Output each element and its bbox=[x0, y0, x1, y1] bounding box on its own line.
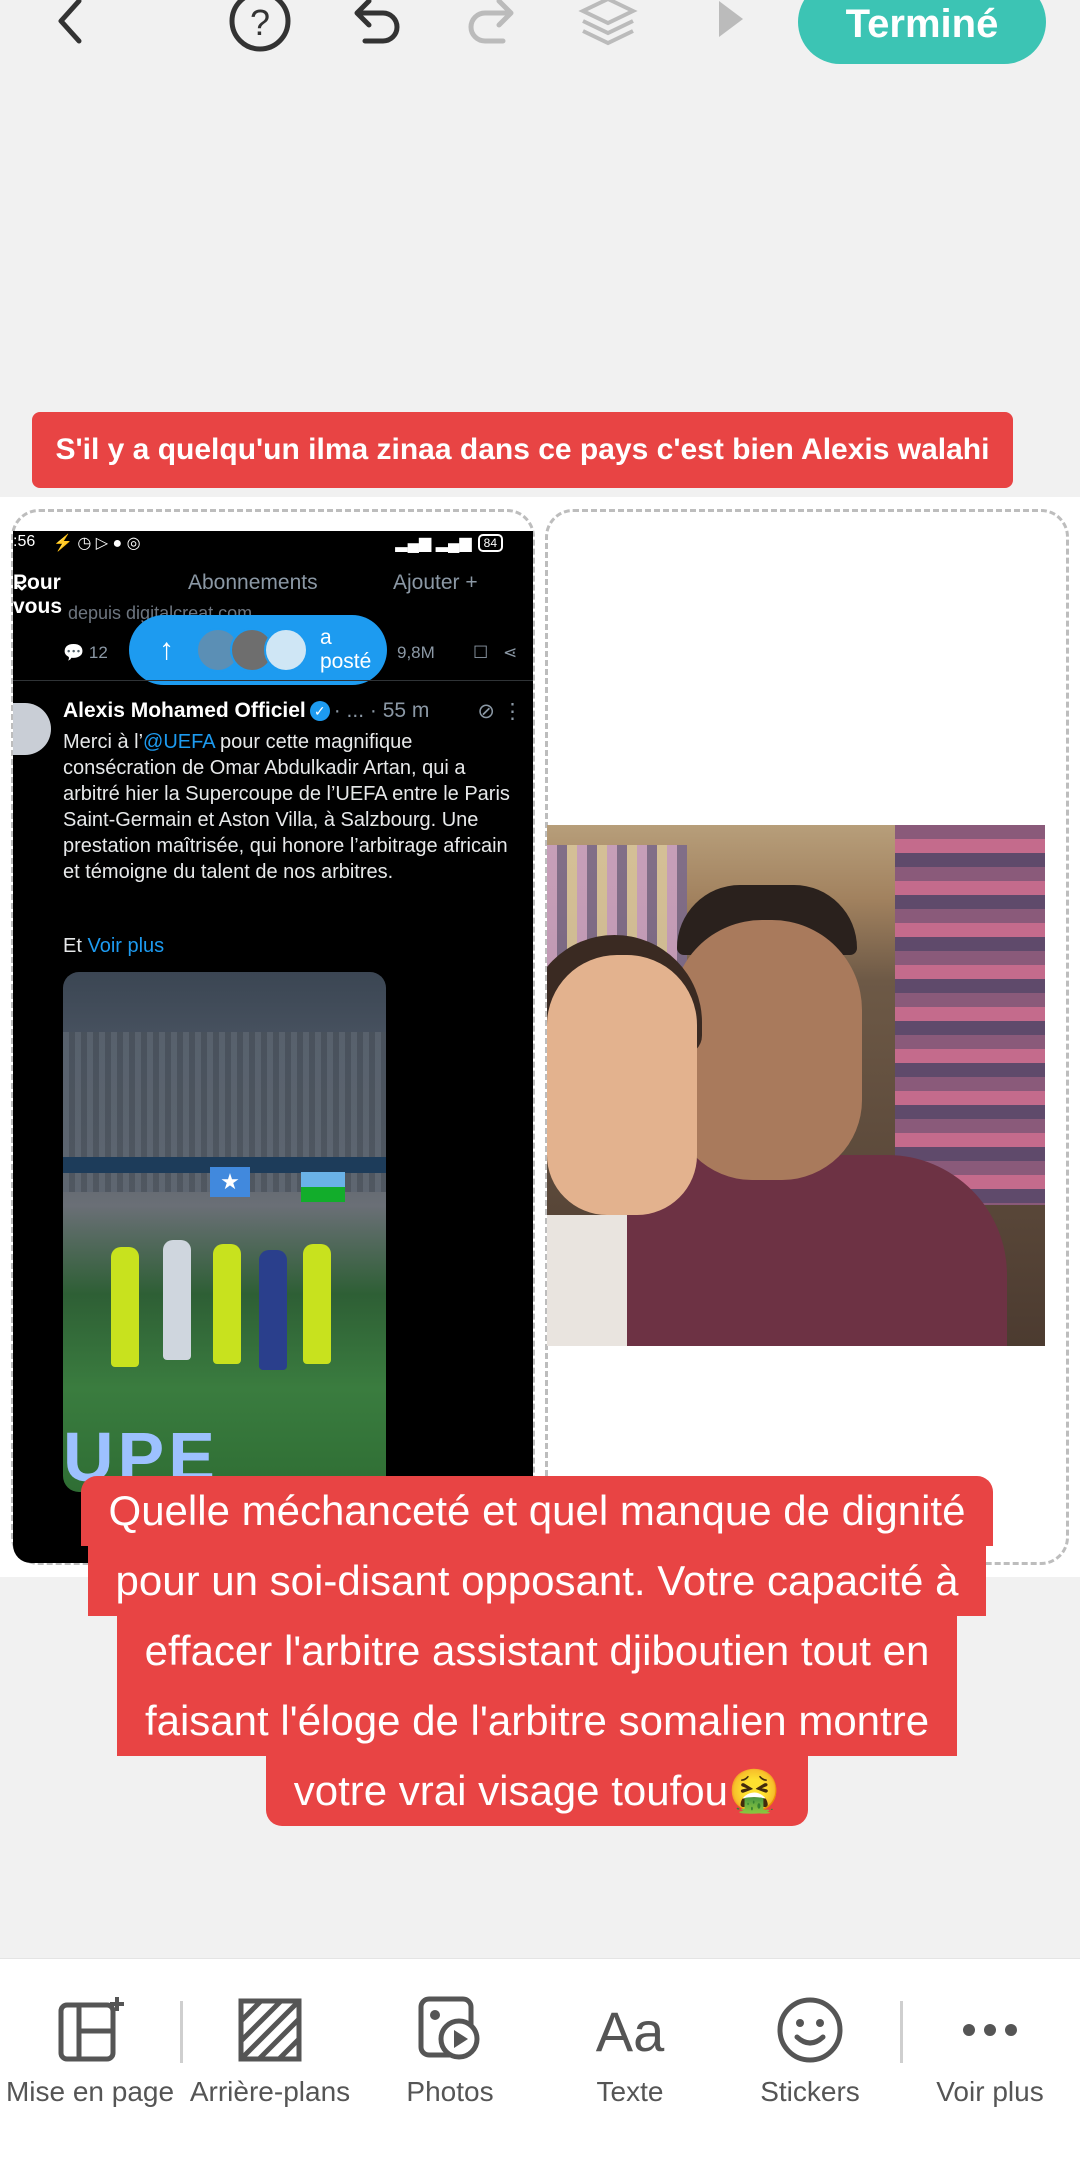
tweet-screenshot[interactable]: :56 ⚡ ◷ ▷ ● ◎ ▂▄▆ ▂▄▆ 84 Pour vous ⌄ Abo… bbox=[13, 531, 533, 1563]
new-posts-pill[interactable]: ↑ a posté bbox=[129, 615, 387, 685]
text-aa-icon: Aa bbox=[596, 2000, 665, 2063]
layers-button[interactable] bbox=[568, 0, 648, 60]
verified-badge-icon: ✓ bbox=[309, 701, 330, 722]
posted-label: a posté bbox=[319, 626, 372, 673]
tweet-header: Alexis Mohamed Officiel ✓ · ... · 55 m ⊘ ⋮ bbox=[63, 699, 523, 723]
share-icon[interactable]: ⋖ bbox=[503, 643, 517, 663]
svg-text:Aa: Aa bbox=[596, 2000, 665, 2063]
stickers-button[interactable]: Stickers bbox=[720, 1995, 900, 2108]
reply-count[interactable]: 💬 12 bbox=[63, 643, 108, 663]
stickers-label: Stickers bbox=[760, 2076, 860, 2107]
caption-line: Quelle méchanceté et quel manque de dign… bbox=[80, 1476, 994, 1546]
undo-icon bbox=[354, 0, 400, 44]
photos-icon bbox=[418, 1996, 480, 2060]
back-button[interactable] bbox=[32, 0, 112, 60]
market-stall bbox=[895, 825, 1045, 1205]
bookmark-icon[interactable]: ☐ bbox=[473, 643, 488, 663]
mention-link[interactable]: @UEFA bbox=[143, 731, 214, 753]
play-icon bbox=[719, 1, 743, 37]
signal-icon: ▂▄▆ ▂▄▆ bbox=[395, 535, 472, 552]
tweet-body: Merci à l’@UEFA pour cette magnifique co… bbox=[63, 731, 510, 883]
status-bar: :56 ⚡ ◷ ▷ ● ◎ ▂▄▆ ▂▄▆ 84 bbox=[13, 531, 533, 559]
layout-label: Mise en page bbox=[5, 2076, 175, 2107]
preview-button[interactable] bbox=[690, 0, 770, 60]
status-time: :56 bbox=[13, 533, 36, 550]
layout-button[interactable]: Mise en page bbox=[0, 1995, 180, 2108]
redo-button[interactable] bbox=[452, 0, 532, 60]
backgrounds-label: Arrière-plans bbox=[189, 2076, 351, 2107]
layout-add-icon bbox=[58, 1997, 124, 2062]
tweet-author[interactable]: Alexis Mohamed Officiel bbox=[63, 699, 306, 722]
smiley-icon bbox=[777, 1997, 843, 2063]
status-right: ▂▄▆ ▂▄▆ 84 bbox=[395, 533, 503, 553]
poster-avatars bbox=[195, 628, 308, 672]
referee-figure bbox=[213, 1244, 241, 1364]
photos-button[interactable]: Photos bbox=[360, 1995, 540, 2108]
help-button[interactable]: ? bbox=[220, 0, 300, 60]
caption-line: faisant l'éloge de l'arbitre somalien mo… bbox=[116, 1686, 958, 1756]
view-count: 9,8M bbox=[397, 643, 435, 662]
djibouti-flag-icon bbox=[301, 1172, 345, 1202]
background-pattern-icon bbox=[238, 1998, 302, 2062]
tab-subscriptions[interactable]: Abonnements bbox=[188, 571, 318, 595]
divider bbox=[13, 680, 533, 681]
tweet-media-image[interactable]: ★ UPE bbox=[63, 972, 386, 1492]
text-button[interactable]: Aa Texte bbox=[540, 1995, 720, 2108]
arrow-up-icon: ↑ bbox=[158, 633, 174, 666]
woman-face bbox=[547, 955, 697, 1215]
caption-line: effacer l'arbitre assistant djiboutien t… bbox=[116, 1616, 958, 1686]
more-vertical-icon[interactable]: ⋮ bbox=[502, 699, 523, 724]
photos-label: Photos bbox=[406, 2076, 494, 2107]
feed-tabs: Pour vous ⌄ Abonnements Ajouter + bbox=[13, 571, 533, 618]
woman-top bbox=[547, 1215, 627, 1346]
svg-text:?: ? bbox=[250, 2, 270, 43]
layers-icon bbox=[578, 0, 638, 46]
avatar[interactable] bbox=[13, 703, 51, 755]
undo-button[interactable] bbox=[336, 0, 416, 60]
bottom-toolbar: Mise en page Arrière-plans Photos Aa Tex… bbox=[0, 1958, 1080, 2157]
more-button[interactable]: Voir plus bbox=[900, 1995, 1080, 2108]
battery-indicator: 84 bbox=[477, 534, 503, 552]
couple-photo[interactable] bbox=[547, 825, 1045, 1346]
text-label: Texte bbox=[596, 2076, 664, 2107]
grok-icon[interactable]: ⊘ bbox=[477, 699, 495, 724]
see-more-link[interactable]: Voir plus bbox=[87, 935, 164, 957]
tab-for-you[interactable]: Pour vous ⌄ bbox=[13, 571, 62, 618]
more-label: Voir plus bbox=[936, 2076, 1044, 2107]
caption-line: pour un soi-disant opposant. Votre capac… bbox=[87, 1546, 987, 1616]
player-figure bbox=[163, 1240, 191, 1360]
top-toolbar: ? Terminé bbox=[0, 0, 1080, 70]
more-dots-icon bbox=[963, 2024, 1017, 2036]
caption-line: votre vrai visage toufou🤮 bbox=[265, 1756, 809, 1826]
done-button[interactable]: Terminé bbox=[798, 0, 1046, 64]
referee-figure bbox=[111, 1247, 139, 1367]
redo-icon bbox=[468, 0, 514, 44]
help-circle-icon: ? bbox=[229, 0, 291, 52]
referee-figure bbox=[303, 1244, 331, 1364]
caption-top[interactable]: S'il y a quelqu'un ilma zinaa dans ce pa… bbox=[32, 412, 1013, 488]
chevron-left-icon bbox=[58, 0, 82, 44]
status-icons: ⚡ ◷ ▷ ● ◎ bbox=[53, 535, 141, 552]
tab-add[interactable]: Ajouter + bbox=[393, 571, 478, 595]
man-face bbox=[672, 920, 862, 1180]
tweet-meta: · ... · 55 m bbox=[333, 699, 430, 722]
backgrounds-button[interactable]: Arrière-plans bbox=[180, 1995, 360, 2108]
caption-main[interactable]: Quelle méchanceté et quel manque de dign… bbox=[37, 1476, 1037, 1826]
player-figure bbox=[259, 1250, 287, 1370]
see-more-row: Et Voir plus bbox=[63, 935, 165, 957]
somalia-flag-icon: ★ bbox=[210, 1167, 250, 1197]
